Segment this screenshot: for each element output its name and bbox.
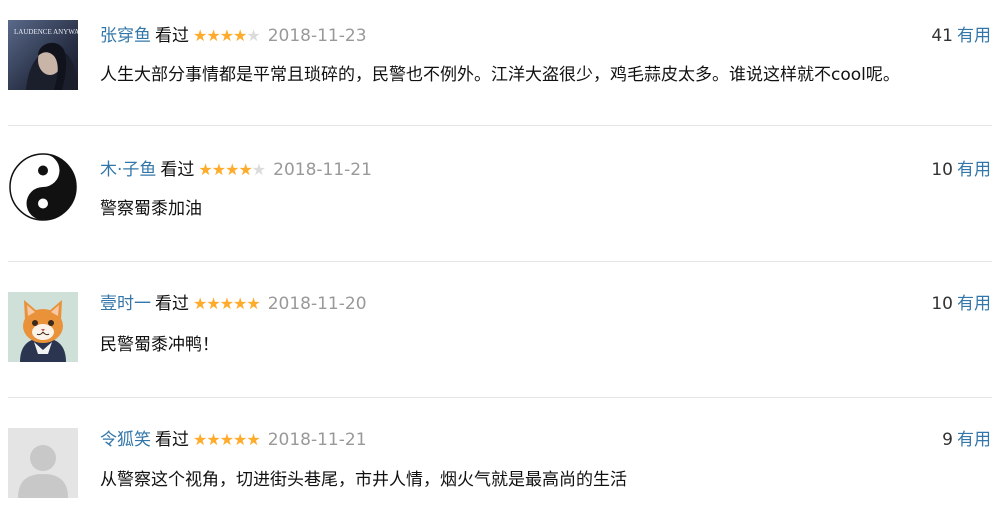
comment-date: 2018-11-21 <box>273 160 372 180</box>
default-user-avatar-icon <box>8 428 78 498</box>
watch-status: 看过 <box>155 26 189 46</box>
star-empty-icon: ★ <box>246 26 260 45</box>
user-avatar[interactable] <box>8 292 78 362</box>
watch-status: 看过 <box>155 294 189 314</box>
useful-vote: 9 有用 <box>942 428 991 452</box>
star-filled-icon: ★★★★★ <box>193 430 261 449</box>
comment-list: LAUDENCE ANYWAYS 张穿鱼看过★★★★★2018-11-23 41… <box>0 0 1000 517</box>
user-avatar[interactable] <box>8 152 78 222</box>
username-link[interactable]: 壹时一 <box>100 294 151 314</box>
comment-meta: 木·子鱼 看过 ★★★★★ 2018-11-21 <box>100 158 372 182</box>
watch-status: 看过 <box>160 160 195 180</box>
useful-button[interactable]: 有用 <box>957 430 991 450</box>
user-avatar[interactable] <box>8 428 78 498</box>
useful-count: 10 <box>931 294 953 314</box>
cat-avatar-icon <box>8 292 78 362</box>
comment-item: LAUDENCE ANYWAYS 张穿鱼看过★★★★★2018-11-23 41… <box>0 0 1000 126</box>
comment-item: 木·子鱼 看过 ★★★★★ 2018-11-21 10 有用 警察蜀黍加油 <box>0 126 1000 262</box>
rating-stars: ★★★★★ <box>193 292 261 316</box>
username-link[interactable]: 张穿鱼 <box>100 26 151 46</box>
useful-count: 10 <box>931 160 953 180</box>
user-avatar[interactable]: LAUDENCE ANYWAYS <box>8 20 78 90</box>
comment-item: 壹时一 看过 ★★★★★ 2018-11-20 10 有用 民警蜀黍冲鸭！ <box>0 262 1000 398</box>
useful-count: 41 <box>931 26 953 46</box>
username-link[interactable]: 木·子鱼 <box>100 160 156 180</box>
star-empty-icon: ★ <box>251 160 266 179</box>
rating-stars: ★★★★★ <box>193 24 261 48</box>
watch-status: 看过 <box>155 430 189 450</box>
star-filled-icon: ★★★★ <box>193 26 247 45</box>
useful-button[interactable]: 有用 <box>957 294 991 314</box>
useful-button[interactable]: 有用 <box>957 26 991 46</box>
comment-meta: 令狐笑 看过 ★★★★★ 2018-11-21 <box>100 428 367 452</box>
comment-meta: 壹时一 看过 ★★★★★ 2018-11-20 <box>100 292 367 316</box>
comment-date: 2018-11-20 <box>267 294 367 314</box>
rating-stars: ★★★★★ <box>198 158 266 182</box>
comment-text: 民警蜀黍冲鸭！ <box>100 335 219 355</box>
rating-stars: ★★★★★ <box>193 428 261 452</box>
comment-text: 警察蜀黍加油 <box>100 199 202 219</box>
comment-date: 2018-11-21 <box>267 430 367 450</box>
useful-vote: 10 有用 <box>931 158 991 182</box>
comment-item: 令狐笑 看过 ★★★★★ 2018-11-21 9 有用 从警察这个视角，切进街头巷尾，… <box>0 398 1000 517</box>
useful-vote: 41 有用 <box>931 24 991 48</box>
useful-button[interactable]: 有用 <box>957 160 991 180</box>
useful-count: 9 <box>942 430 953 450</box>
star-filled-icon: ★★★★ <box>198 160 252 179</box>
useful-vote: 10 有用 <box>931 292 991 316</box>
comment-date: 2018-11-23 <box>267 26 367 46</box>
comment-text: 从警察这个视角，切进街头巷尾，市井人情，烟火气就是最高尚的生活 <box>100 470 627 490</box>
movie-poster-avatar-icon: LAUDENCE ANYWAYS <box>8 20 78 90</box>
star-filled-icon: ★★★★★ <box>193 294 261 313</box>
username-link[interactable]: 令狐笑 <box>100 430 151 450</box>
comment-meta: 张穿鱼 看过 ★★★★★ 2018-11-23 <box>100 24 367 48</box>
poster-text: LAUDENCE ANYWAYS <box>14 28 78 36</box>
comment-text: 人生大部分事情都是平常且琐碎的，民警也不例外。江洋大盗很少，鸡毛蒜皮太多。谁说这… <box>100 65 900 85</box>
yin-yang-avatar-icon <box>8 152 78 222</box>
